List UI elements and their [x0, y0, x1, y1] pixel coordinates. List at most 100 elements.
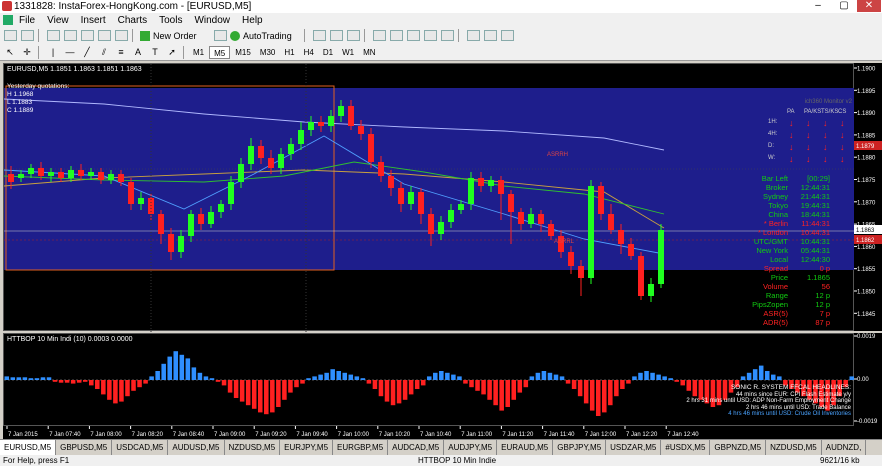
autoscroll-icon[interactable] [424, 30, 437, 41]
news-headlines: SONIC R. SYSTEM FFCAL HEADLINES: 44 mins… [686, 384, 851, 418]
menu-insert[interactable]: Insert [81, 15, 106, 26]
arrow-icon[interactable]: ➚ [165, 45, 179, 59]
timeframe-d1[interactable]: D1 [319, 46, 337, 59]
histogram-bar [28, 378, 34, 380]
histogram-bar [227, 380, 233, 393]
info-label: * Berlin [763, 219, 788, 228]
profiles-icon[interactable] [21, 30, 34, 41]
arrow-down-icon: ↓ [806, 118, 811, 128]
new-chart-icon[interactable] [4, 30, 17, 41]
metaeditor-icon[interactable] [214, 30, 227, 41]
menu-window[interactable]: Window [194, 15, 230, 26]
price-tick: 1.1845 [857, 312, 876, 318]
horizontal-line-icon[interactable]: ― [63, 45, 77, 59]
crosshair-icon[interactable]: ✛ [20, 45, 34, 59]
status-traffic: 9621/16 kb [820, 456, 860, 465]
info-label: Tokyo [768, 201, 788, 210]
histogram-bar [167, 356, 172, 380]
text-icon[interactable]: A [131, 45, 145, 59]
chart-tab[interactable]: EURGBP,M5 [333, 440, 389, 455]
indicator-window[interactable]: HTTBOP 10 Min Indi (10) 0.0003 0.0000 SO… [3, 333, 855, 426]
tester-icon[interactable] [115, 30, 128, 41]
indicator-tick: 0.0019 [857, 334, 876, 340]
chart-tab[interactable]: USDCAD,M5 [112, 440, 169, 455]
chart-tab[interactable]: EURJPY,M5 [280, 440, 334, 455]
histogram-bar [384, 380, 390, 402]
timeframe-mn[interactable]: MN [359, 46, 379, 59]
timeframe-w1[interactable]: W1 [338, 46, 358, 59]
histogram-bar [433, 372, 438, 380]
menu-view[interactable]: View [47, 15, 69, 26]
data-window-icon[interactable] [64, 30, 77, 41]
candlestick-icon[interactable] [330, 30, 343, 41]
histogram-bar [257, 380, 263, 413]
candlestick [648, 278, 654, 302]
histogram-bar [420, 380, 426, 386]
vertical-line-icon[interactable]: | [46, 45, 60, 59]
histogram-bar [505, 380, 510, 407]
histogram-bar [481, 380, 486, 395]
main-chart[interactable]: EURUSD,M5 1.1851 1.1863 1.1851 1.1863 Ye… [3, 63, 855, 332]
chart-tab[interactable]: EURAUD,M5 [497, 440, 554, 455]
chart-tab[interactable]: GBPJPY,M5 [553, 440, 607, 455]
autotrading-button[interactable]: AutoTrading [230, 29, 300, 43]
arrow-down-icon: ↓ [806, 154, 811, 164]
histogram-bar [324, 372, 329, 380]
trendline-icon[interactable]: ╱ [80, 45, 94, 59]
indicators-icon[interactable] [467, 30, 480, 41]
timeframe-h1[interactable]: H1 [280, 46, 298, 59]
close-button[interactable]: ✕ [857, 0, 881, 12]
timeframe-m15[interactable]: M15 [231, 46, 255, 59]
timeframe-m1[interactable]: M1 [189, 46, 208, 59]
time-tick: 7 Jan 09:00 [214, 432, 246, 438]
histogram-bar [264, 380, 269, 415]
menu-help[interactable]: Help [242, 15, 263, 26]
zoom-in-icon[interactable] [373, 30, 386, 41]
chart-tab[interactable]: AUDNZD, [822, 440, 867, 455]
channel-icon[interactable]: ⫽ [97, 45, 111, 59]
asr-high-label: ASRRH [547, 152, 569, 158]
menu-tools[interactable]: Tools [159, 15, 182, 26]
terminal-icon[interactable] [98, 30, 111, 41]
chart-tab[interactable]: NZDUSD,M5 [225, 440, 281, 455]
chart-tab[interactable]: GBPNZD,M5 [710, 440, 767, 455]
chart-tab[interactable]: AUDJPY,M5 [444, 440, 498, 455]
label-icon[interactable]: T [148, 45, 162, 59]
chart-tab[interactable]: EURUSD,M5 [0, 440, 57, 455]
line-chart-icon[interactable] [347, 30, 360, 41]
timeframe-h4[interactable]: H4 [300, 46, 318, 59]
zoom-out-icon[interactable] [390, 30, 403, 41]
templates-icon[interactable] [501, 30, 514, 41]
news-line: 44 mins since EUR: CPI Flash Estimate y/… [735, 391, 851, 398]
chart-tab[interactable]: NZDUSD,M5 [766, 440, 822, 455]
navigator-icon[interactable] [81, 30, 94, 41]
histogram-bar [70, 380, 76, 384]
new-order-icon [140, 30, 150, 41]
minimize-button[interactable]: – [806, 0, 830, 12]
histogram-bar [614, 380, 619, 397]
chart-tab[interactable]: GBPUSD,M5 [56, 440, 113, 455]
periods-icon[interactable] [484, 30, 497, 41]
bar-chart-icon[interactable] [313, 30, 326, 41]
timeframe-m5[interactable]: M5 [209, 45, 231, 59]
timeframe-m30[interactable]: M30 [256, 46, 280, 59]
chart-tab[interactable]: AUDCAD,M5 [388, 440, 445, 455]
chart-tab[interactable]: AUDUSD,M5 [168, 440, 225, 455]
price-axis[interactable]: 1.1900 1.1895 1.1890 1.1885 1.1880 1.1875 1.18… [854, 63, 882, 331]
monitor-col: PA [787, 109, 795, 115]
menu-charts[interactable]: Charts [118, 15, 147, 26]
market-watch-icon[interactable] [47, 30, 60, 41]
chart-shift-icon[interactable] [441, 30, 454, 41]
chart-tab[interactable]: USDZAR,M5 [606, 440, 662, 455]
menu-file[interactable]: File [19, 15, 35, 26]
new-order-button[interactable]: New Order [140, 29, 210, 43]
monitor-col: TS/KS [821, 109, 839, 115]
candlestick [638, 252, 644, 300]
maximize-button[interactable]: ▢ [832, 0, 856, 12]
cursor-icon[interactable]: ↖ [3, 45, 17, 59]
tile-windows-icon[interactable] [407, 30, 420, 41]
time-tick: 7 Jan 2015 [8, 432, 38, 438]
arrow-down-icon: ↓ [806, 142, 811, 152]
fibonacci-icon[interactable]: ≡ [114, 45, 128, 59]
chart-tab[interactable]: #USDX,M5 [661, 440, 711, 455]
